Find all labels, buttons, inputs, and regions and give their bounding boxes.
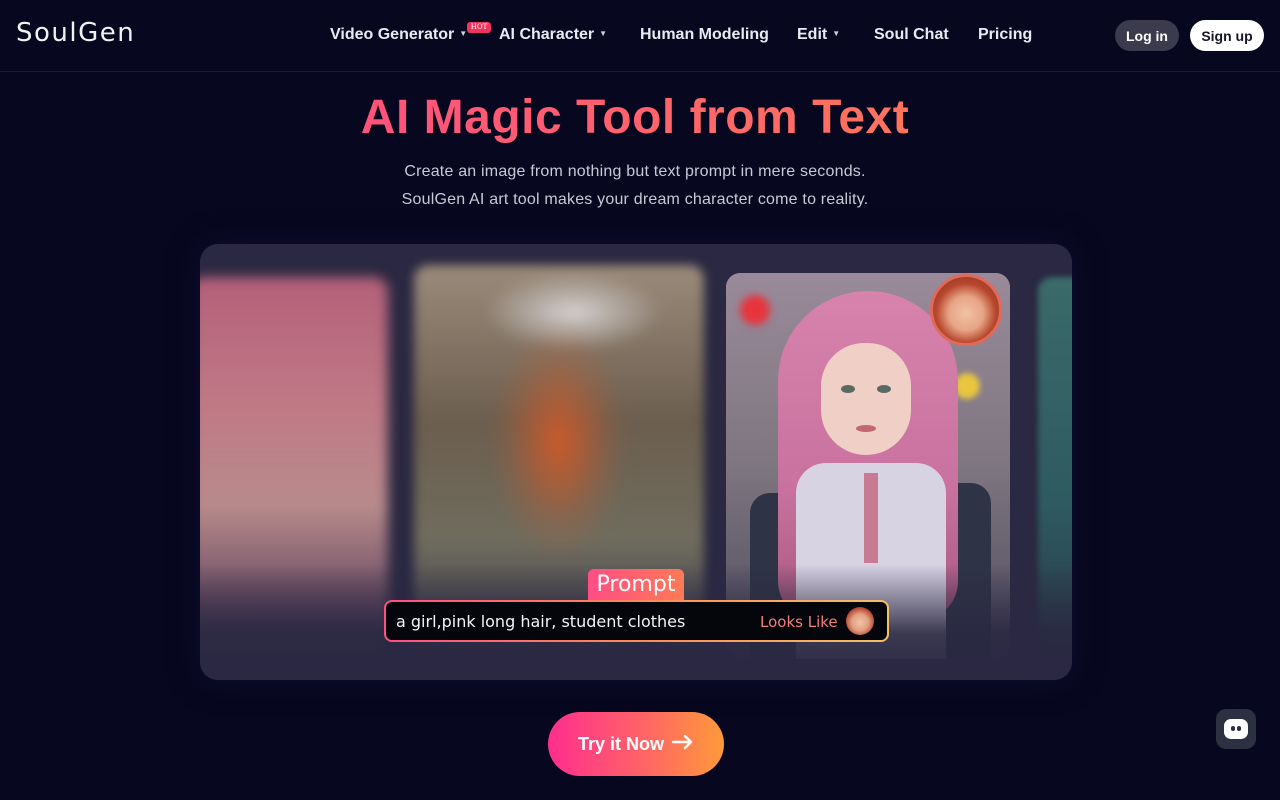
login-button[interactable]: Log in (1115, 20, 1179, 51)
nav-human-modeling[interactable]: Human Modeling (640, 26, 769, 44)
arrow-right-icon (671, 734, 694, 755)
try-it-now-button[interactable]: Try it Now (548, 712, 724, 776)
prompt-bar: a girl,pink long hair, student clothes L… (384, 600, 889, 642)
nav-label: Human Modeling (640, 26, 769, 43)
nav-video-generator[interactable]: Video Generator ▼ (330, 26, 467, 44)
nav-label: Video Generator (330, 26, 455, 43)
top-navigation-bar: SoulGen Video Generator ▼ AI Character ▼ H… (0, 0, 1280, 72)
looks-like-label: Looks Like (760, 613, 838, 631)
prompt-text: a girl,pink long hair, student clothes (396, 612, 686, 631)
main-nav: Video Generator ▼ AI Character ▼ Human Mod… (0, 26, 1280, 50)
caret-down-icon: ▼ (599, 28, 608, 38)
nav-label: Pricing (978, 26, 1033, 43)
nav-label: Soul Chat (874, 26, 949, 43)
nav-ai-character[interactable]: AI Character ▼ (499, 26, 607, 44)
chat-widget-button[interactable] (1216, 709, 1256, 749)
hero-subtitle-line2: SoulGen AI art tool makes your dream cha… (401, 191, 869, 208)
hero-subtitle-line1: Create an image from nothing but text pr… (404, 163, 866, 180)
signup-button[interactable]: Sign up (1190, 20, 1264, 51)
nav-soul-chat[interactable]: Soul Chat (874, 26, 949, 44)
chat-icon (1224, 719, 1248, 739)
caret-down-icon: ▼ (459, 28, 468, 38)
caret-down-icon: ▼ (832, 28, 841, 38)
reference-face-avatar (930, 274, 1002, 346)
looks-like-avatar (846, 607, 874, 635)
hot-badge: HOT (467, 22, 491, 33)
nav-edit[interactable]: Edit ▼ (797, 26, 840, 44)
nav-label: Edit (797, 26, 828, 43)
nav-label: AI Character (499, 26, 595, 43)
hero-title: AI Magic Tool from Text (0, 90, 1270, 145)
prompt-tag: Prompt (588, 569, 684, 601)
try-it-now-label: Try it Now (577, 733, 664, 754)
nav-pricing[interactable]: Pricing (978, 26, 1032, 44)
